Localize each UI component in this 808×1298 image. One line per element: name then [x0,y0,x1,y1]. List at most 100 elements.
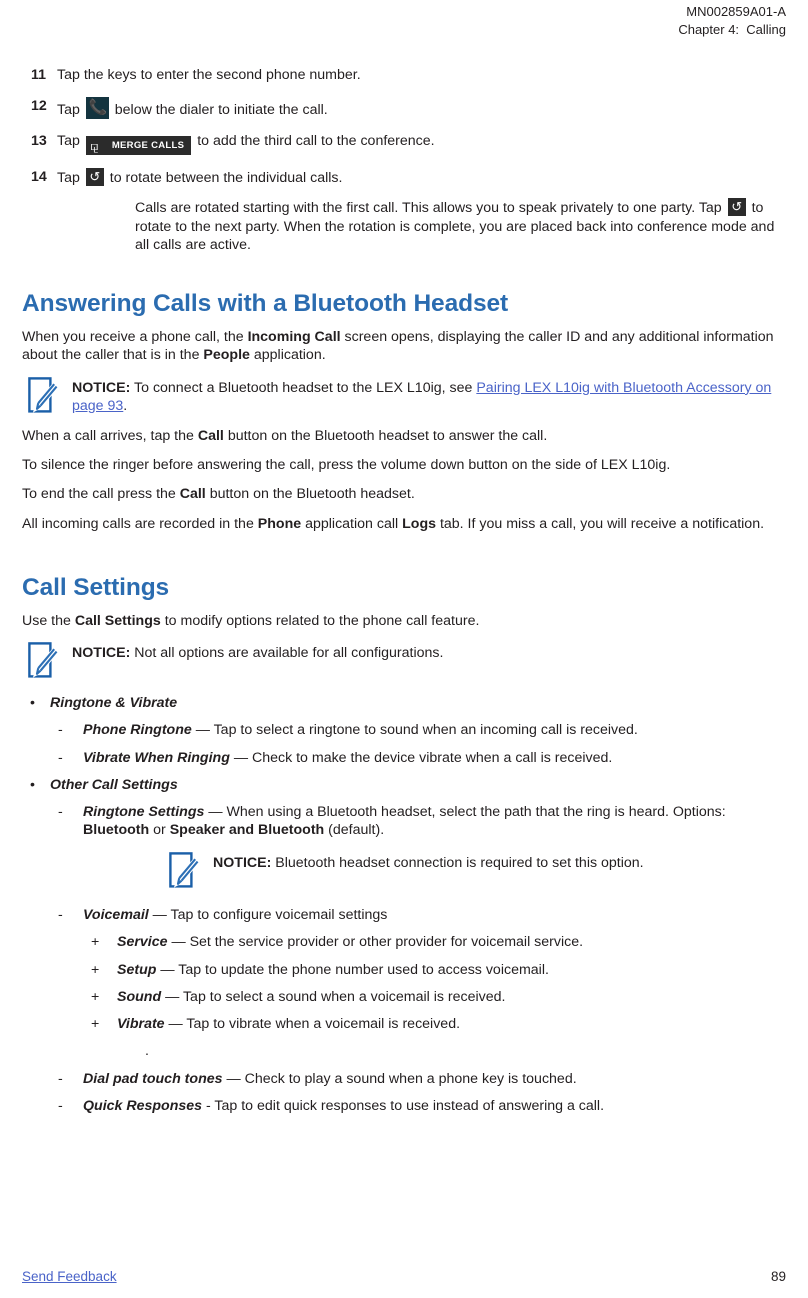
p4-text-c: button on the Bluetooth headset. [205,486,415,503]
step-text-before: Tap [57,102,84,119]
send-feedback-link[interactable]: Send Feedback [22,1268,117,1285]
settings-group-other-call-settings: • Other Call Settings - Ringtone Setting… [22,776,786,1116]
settings-group-list: • Ringtone & Vibrate - Phone Ringtone — … [22,694,786,1115]
settings-group-ringtone-vibrate: • Ringtone & Vibrate - Phone Ringtone — … [22,694,786,767]
p5-text-e: tab. If you miss a call, you will receiv… [436,515,765,532]
notice-text: NOTICE: Bluetooth headset connection is … [213,851,786,872]
plus-marker: + [91,988,100,1005]
option-term: Setup [117,961,157,978]
phone-handset-icon: 📞 [85,97,109,120]
setting-vibrate-when-ringing: - Vibrate When Ringing — Check to make t… [50,749,786,767]
dash-marker: - [58,1071,63,1088]
dash-marker: - [58,722,63,739]
notice-label: NOTICE: [213,855,272,872]
setting-term: Dial pad touch tones [83,1071,223,1088]
setting-dial-pad-touch-tones: - Dial pad touch tones — Check to play a… [50,1070,786,1088]
bluetooth-answer-paragraph: When a call arrives, tap the Call button… [22,427,786,445]
setting-term: Ringtone Settings [83,803,205,820]
notice-pencil-icon [28,376,59,415]
setting-term: Quick Responses [83,1098,203,1115]
setting-term: Phone Ringtone [83,722,192,739]
step-14-continuation: Calls are rotated starting with the firs… [22,198,786,254]
settings-item-list: - Phone Ringtone — Tap to select a ringt… [50,721,786,766]
notice-bluetooth-pairing: NOTICE: To connect a Bluetooth headset t… [28,376,786,415]
procedure-steps: 11 Tap the keys to enter the second phon… [22,66,786,254]
logs-term: Logs [402,515,436,532]
chapter-title: Chapter 4: Calling [678,22,786,38]
intro-text-a: Use the [22,613,75,630]
notice-text: NOTICE: Not all options are available fo… [72,641,772,662]
voicemail-subitem-list: + Service — Set the service provider or … [83,933,786,1033]
section-heading-bluetooth: Answering Calls with a Bluetooth Headset [22,289,509,317]
setting-voicemail: - Voicemail — Tap to configure voicemail… [50,906,786,1060]
setting-term: Vibrate When Ringing [83,749,230,766]
step-number: 14 [31,169,47,186]
step-text: Tap the keys to enter the second phone n… [57,66,786,84]
p5-text-c: application call [301,515,403,532]
option-description: — Tap to vibrate when a voicemail is rec… [164,1015,461,1032]
step-text: Tap 📞 below the dialer to initiate the c… [57,97,786,120]
trailing-period: . [145,1043,149,1060]
step-11: 11 Tap the keys to enter the second phon… [22,66,786,84]
step-text-before: Tap [57,133,84,150]
setting-description: — Tap to select a ringtone to sound when… [191,722,638,739]
bluetooth-logs-paragraph: All incoming calls are recorded in the P… [22,515,772,533]
option-description: — Set the service provider or other prov… [167,934,584,951]
bluetooth-intro-paragraph: When you receive a phone call, the Incom… [22,328,786,364]
option-term: Sound [117,988,162,1005]
notice-bluetooth-required: NOTICE: Bluetooth headset connection is … [169,851,786,890]
notice-text: NOTICE: To connect a Bluetooth headset t… [72,376,772,415]
voicemail-option-vibrate: + Vibrate — Tap to vibrate when a voicem… [83,1015,786,1033]
running-head: MN002859A01-A Chapter 4: Calling [22,0,786,40]
voicemail-option-setup: + Setup — Tap to update the phone number… [83,961,786,979]
notice-label: NOTICE: [72,379,131,396]
step-text: Tap ↺ to rotate between the individual c… [57,168,786,187]
phone-term: Phone [257,515,302,532]
document-id: MN002859A01-A [686,4,786,19]
option-term: Vibrate [117,1015,165,1032]
call-term: Call [179,486,206,503]
option-term: Service [117,934,168,951]
option-speaker-and-bluetooth: Speaker and Bluetooth [169,822,325,839]
dash-marker: - [58,1098,63,1115]
notice-text-body: Bluetooth headset connection is required… [271,855,644,872]
p4-text-a: To end the call press the [22,486,180,503]
step-13: 13 Tap ⚼ MERGE CALLS to add the third cal… [22,132,786,156]
setting-description-a: — When using a Bluetooth headset, select… [204,803,726,820]
step-number: 11 [31,66,46,83]
plus-marker: + [91,934,100,951]
setting-description: — Check to make the device vibrate when … [229,749,613,766]
step-text-before: Tap [57,170,84,187]
step-number: 12 [31,98,47,115]
notice-text-a: To connect a Bluetooth headset to the LE… [130,379,477,396]
option-description: — Tap to update the phone number used to… [156,961,549,978]
setting-description-b: or [149,822,170,839]
p2-text-a: When a call arrives, tap the [22,427,198,444]
plus-marker: + [91,1015,100,1032]
notice-text-body: Not all options are available for all co… [130,645,444,662]
continuation-part1: Calls are rotated starting with the firs… [135,200,726,217]
setting-ringtone-settings: - Ringtone Settings — When using a Bluet… [50,803,786,890]
intro-text-a: When you receive a phone call, the [22,329,248,346]
setting-description: — Check to play a sound when a phone key… [222,1071,577,1088]
group-title: Other Call Settings [50,776,178,793]
notice-text-b: . [123,397,128,414]
setting-quick-responses: - Quick Responses - Tap to edit quick re… [50,1097,786,1115]
setting-phone-ringtone: - Phone Ringtone — Tap to select a ringt… [50,721,786,739]
bluetooth-silence-paragraph: To silence the ringer before answering t… [22,457,671,474]
setting-description: - Tap to edit quick responses to use ins… [202,1098,605,1115]
step-number: 13 [31,133,47,150]
page-footer: Send Feedback 89 [22,1268,786,1285]
voicemail-option-sound: + Sound — Tap to select a sound when a v… [83,988,786,1006]
dash-marker: - [58,749,63,766]
bluetooth-end-call-paragraph: To end the call press the Call button on… [22,485,786,503]
section-heading-call-settings: Call Settings [22,573,170,601]
setting-term: Voicemail [83,907,149,924]
step-text-after: to rotate between the individual calls. [105,170,343,187]
notice-label: NOTICE: [72,645,131,662]
page-number: 89 [770,1268,786,1284]
option-description: — Tap to select a sound when a voicemail… [161,988,506,1005]
merge-calls-label: MERGE CALLS [111,140,185,152]
step-text-after: below the dialer to initiate the call. [110,102,328,119]
step-text: Tap ⚼ MERGE CALLS to add the third call t… [57,132,786,156]
